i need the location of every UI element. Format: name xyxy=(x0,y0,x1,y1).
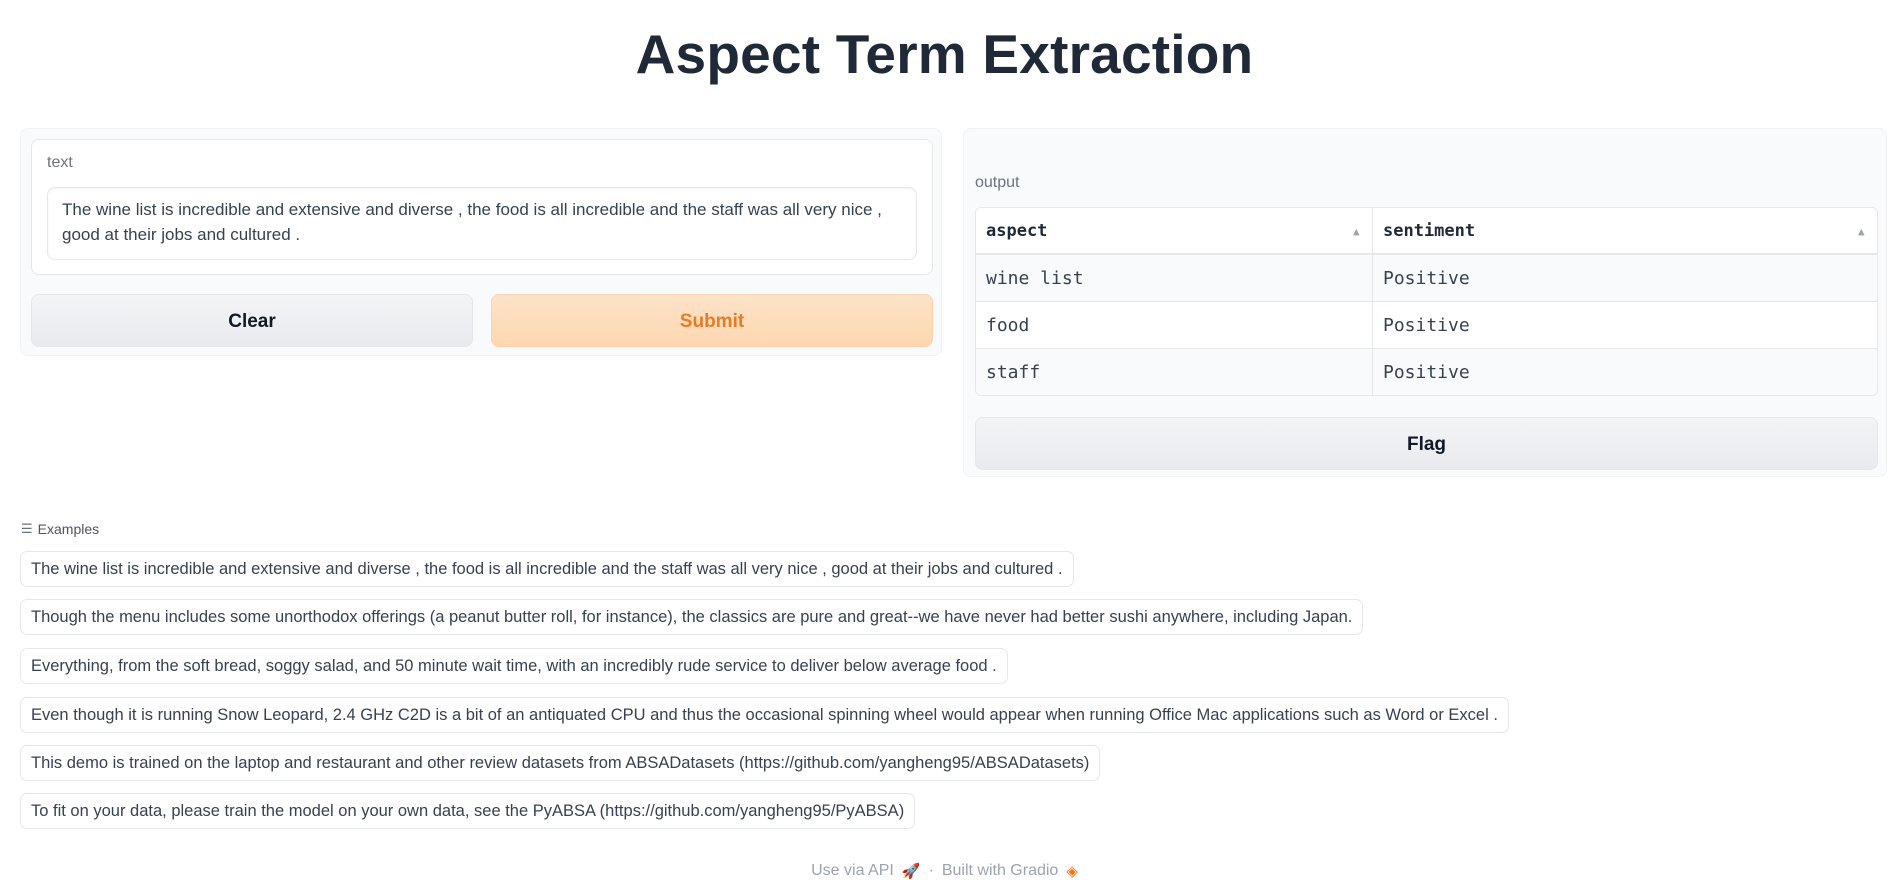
text-label: text xyxy=(47,154,73,171)
output-label: output xyxy=(975,174,1020,191)
table-row: food Positive xyxy=(976,302,1877,349)
example-item[interactable]: This demo is trained on the laptop and r… xyxy=(20,745,1101,781)
example-item[interactable]: Though the menu includes some unorthodox… xyxy=(20,599,1364,635)
input-panel: text The wine list is incredible and ext… xyxy=(20,128,942,356)
textbox-block: text The wine list is incredible and ext… xyxy=(31,139,933,275)
table-header-row: aspect ▲ sentiment ▲ xyxy=(976,208,1877,255)
output-table: aspect ▲ sentiment ▲ wine list Positive … xyxy=(975,207,1878,396)
example-item[interactable]: To fit on your data, please train the mo… xyxy=(20,793,916,829)
cell-sentiment[interactable]: Positive xyxy=(1373,302,1877,349)
flag-button[interactable]: Flag xyxy=(975,417,1878,470)
built-with-gradio-link[interactable]: Built with Gradio xyxy=(942,862,1059,880)
table-row: wine list Positive xyxy=(976,255,1877,302)
example-item[interactable]: Everything, from the soft bread, soggy s… xyxy=(20,648,1008,684)
use-via-api-link[interactable]: Use via API xyxy=(811,862,894,880)
footer: Use via API 🚀 · Built with Gradio ◈ xyxy=(0,862,1889,880)
gradio-logo-icon: ◈ xyxy=(1066,863,1078,880)
column-header-aspect[interactable]: aspect ▲ xyxy=(976,208,1373,255)
cell-sentiment[interactable]: Positive xyxy=(1373,255,1877,302)
table-row: staff Positive xyxy=(976,349,1877,395)
sort-ascending-icon[interactable]: ▲ xyxy=(1858,208,1865,255)
column-header-label: sentiment xyxy=(1383,221,1476,241)
examples-label: Examples xyxy=(37,521,100,537)
clear-button[interactable]: Clear xyxy=(31,294,473,347)
list-icon: ☰ xyxy=(21,521,33,536)
column-header-sentiment[interactable]: sentiment ▲ xyxy=(1373,208,1877,255)
rocket-icon: 🚀 xyxy=(901,863,921,880)
column-header-label: aspect xyxy=(986,221,1048,241)
text-input[interactable]: The wine list is incredible and extensiv… xyxy=(47,187,917,260)
sort-ascending-icon[interactable]: ▲ xyxy=(1353,208,1360,255)
cell-aspect[interactable]: staff xyxy=(976,349,1373,395)
example-item[interactable]: Even though it is running Snow Leopard, … xyxy=(20,697,1509,733)
cell-sentiment[interactable]: Positive xyxy=(1373,349,1877,395)
page-title: Aspect Term Extraction xyxy=(635,23,1254,85)
cell-aspect[interactable]: wine list xyxy=(976,255,1373,302)
examples-header: ☰ Examples xyxy=(21,521,99,537)
submit-button[interactable]: Submit xyxy=(491,294,933,347)
example-item[interactable]: The wine list is incredible and extensiv… xyxy=(20,551,1074,587)
footer-separator: · xyxy=(928,862,934,879)
output-panel: output aspect ▲ sentiment ▲ wine list Po… xyxy=(963,128,1887,477)
cell-aspect[interactable]: food xyxy=(976,302,1373,349)
